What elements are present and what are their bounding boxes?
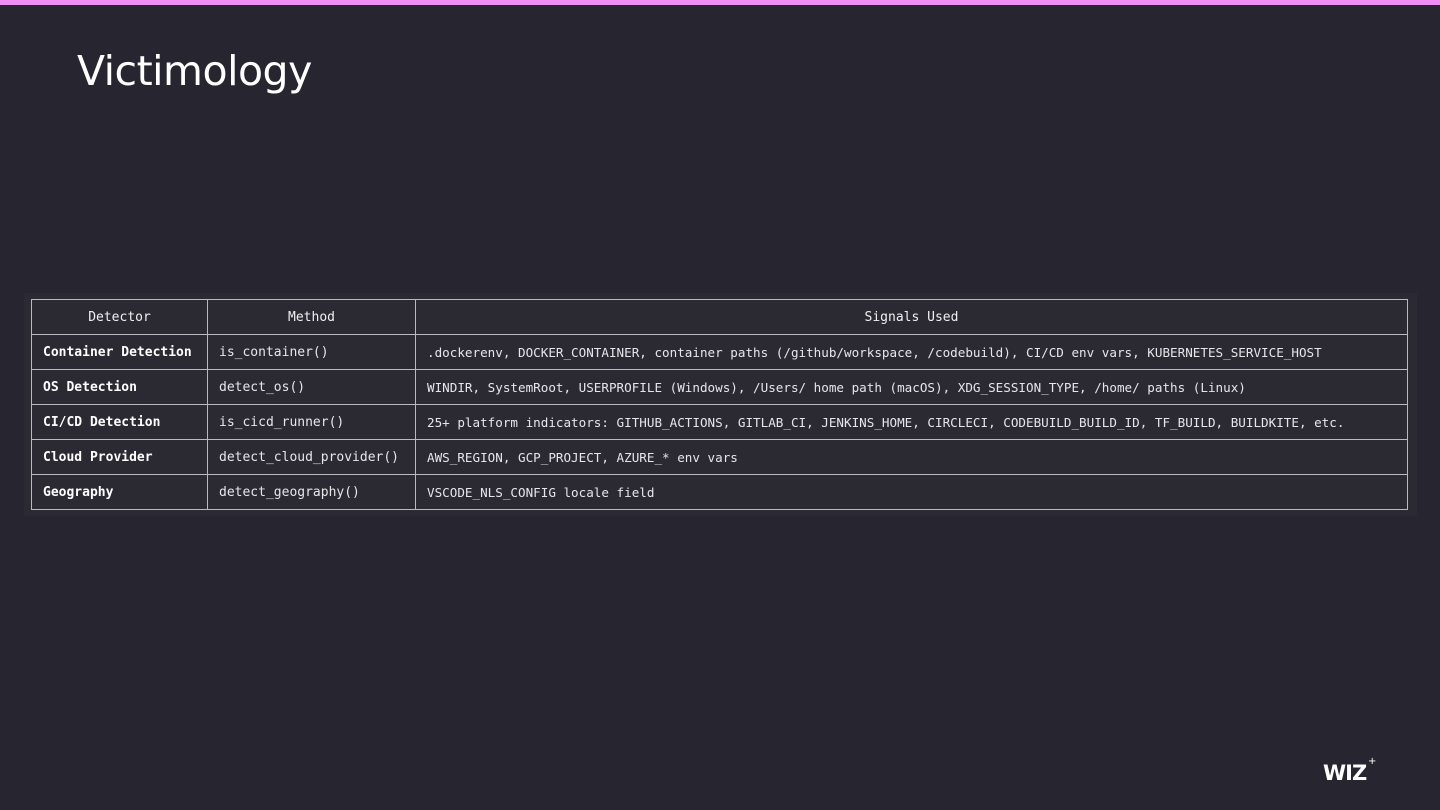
- detector-cell: OS Detection: [31, 369, 208, 405]
- table-row: Geography detect_geography() VSCODE_NLS_…: [31, 474, 1408, 510]
- signals-cell: 25+ platform indicators: GITHUB_ACTIONS,…: [415, 404, 1408, 440]
- method-cell: detect_geography(): [207, 474, 416, 510]
- column-header-detector: Detector: [31, 299, 208, 335]
- detector-cell: Geography: [31, 474, 208, 510]
- detector-cell: CI/CD Detection: [31, 404, 208, 440]
- signals-cell: WINDIR, SystemRoot, USERPROFILE (Windows…: [415, 369, 1408, 405]
- signals-cell: .dockerenv, DOCKER_CONTAINER, container …: [415, 334, 1408, 370]
- method-cell: detect_os(): [207, 369, 416, 405]
- detector-table: Detector Method Signals Used Container D…: [31, 299, 1408, 510]
- accent-bar: [0, 0, 1440, 5]
- table-row: Container Detection is_container() .dock…: [31, 334, 1408, 370]
- table-header-row: Detector Method Signals Used: [31, 299, 1408, 335]
- table-row: CI/CD Detection is_cicd_runner() 25+ pla…: [31, 404, 1408, 440]
- method-cell: detect_cloud_provider(): [207, 439, 416, 475]
- method-cell: is_cicd_runner(): [207, 404, 416, 440]
- table-row: Cloud Provider detect_cloud_provider() A…: [31, 439, 1408, 475]
- signals-cell: AWS_REGION, GCP_PROJECT, AZURE_* env var…: [415, 439, 1408, 475]
- method-cell: is_container(): [207, 334, 416, 370]
- logo-wordmark: WIZ: [1323, 761, 1367, 785]
- column-header-method: Method: [207, 299, 416, 335]
- slide-title: Victimology: [77, 47, 312, 95]
- table-frame: Detector Method Signals Used Container D…: [24, 293, 1417, 516]
- column-header-signals: Signals Used: [415, 299, 1408, 335]
- detector-cell: Container Detection: [31, 334, 208, 370]
- wiz-logo-icon: WIZ +: [1323, 756, 1377, 786]
- signals-cell: VSCODE_NLS_CONFIG locale field: [415, 474, 1408, 510]
- table-row: OS Detection detect_os() WINDIR, SystemR…: [31, 369, 1408, 405]
- logo-star-mark: +: [1368, 756, 1377, 767]
- detector-cell: Cloud Provider: [31, 439, 208, 475]
